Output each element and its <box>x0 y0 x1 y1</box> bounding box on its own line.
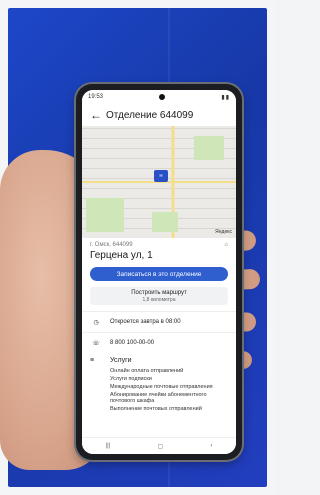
office-address: Герцена ул, 1 <box>90 250 153 261</box>
route-label: Построить маршрут <box>131 289 187 296</box>
list-icon: ≡ <box>90 357 95 364</box>
back-nav-icon[interactable]: ‹ <box>210 443 212 449</box>
map-park <box>86 198 124 232</box>
phone-number: 8 800 100-00-00 <box>110 340 155 346</box>
recents-icon[interactable]: ||| <box>106 443 111 449</box>
services-list: Онлайн оплата отправлений Услуги подписк… <box>110 368 228 412</box>
map-watermark: Яндекс <box>215 229 232 235</box>
map-park <box>152 212 178 232</box>
system-nav-bar: ||| ▢ ‹ <box>82 437 236 454</box>
status-time: 19:53 <box>88 94 104 100</box>
services-title: Услуги <box>110 357 132 364</box>
city-line: г. Омск, 644099 <box>90 242 133 248</box>
service-item: Выполнение почтовых отправлений <box>110 406 202 412</box>
post-office-pin-icon[interactable]: ✉ <box>154 170 168 182</box>
service-item: Услуги подписки <box>110 376 152 382</box>
home-button-icon[interactable]: ▢ <box>157 443 163 450</box>
battery-icon: ▮▮ <box>221 94 230 101</box>
signup-button[interactable]: Записаться в это отделение <box>90 267 228 281</box>
service-item: Онлайн оплата отправлений <box>110 368 184 374</box>
route-button[interactable]: Построить маршрут 1,8 километра <box>90 287 228 305</box>
office-info: г. Омск, 644099 ⌂ Герцена ул, 1 <box>82 238 236 261</box>
smartphone: 19:53 ▮▮ ← Отделение 644099 ✉ Яндекс г. … <box>76 84 242 460</box>
service-item: Международные почтовые отправления <box>110 384 213 390</box>
page-title: Отделение 644099 <box>106 109 194 121</box>
status-bar: 19:53 ▮▮ <box>82 90 236 104</box>
back-arrow-icon[interactable]: ← <box>90 108 106 122</box>
clock-icon: ◷ <box>93 319 99 326</box>
hours-row[interactable]: ◷ Откроется завтра в 08:00 <box>82 311 236 332</box>
services-section: ≡ Услуги Онлайн оплата отправлений Услуг… <box>82 353 236 412</box>
hours-text: Откроется завтра в 08:00 <box>110 319 181 325</box>
service-item: Абонирование ячейки абонементного почтов… <box>110 392 207 404</box>
phone-screen: 19:53 ▮▮ ← Отделение 644099 ✉ Яндекс г. … <box>82 90 236 454</box>
home-icon[interactable]: ⌂ <box>224 242 228 248</box>
app-bar: ← Отделение 644099 <box>82 104 236 126</box>
map-park <box>194 136 224 160</box>
phone-row[interactable]: ☏ 8 800 100-00-00 <box>82 332 236 353</box>
route-distance: 1,8 километра <box>142 296 176 303</box>
phone-icon: ☏ <box>92 340 100 347</box>
camera-notch <box>159 94 166 100</box>
map-view[interactable]: ✉ Яндекс <box>82 126 236 238</box>
